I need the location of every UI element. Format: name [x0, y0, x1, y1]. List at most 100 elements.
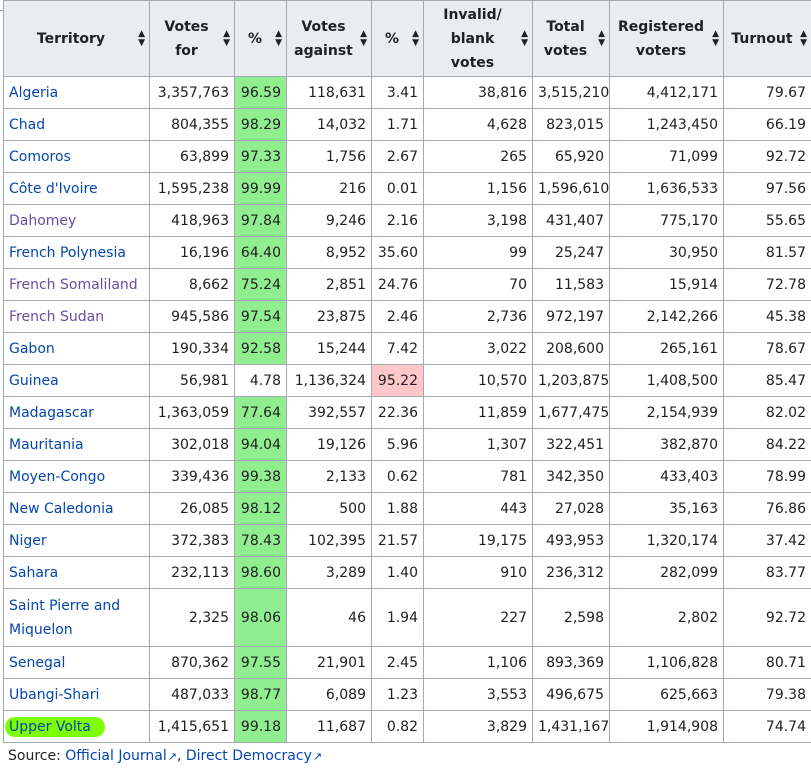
column-header-pct-against[interactable]: % ▲ ▼ — [371, 0, 424, 77]
cell-territory: Gabon — [3, 332, 150, 365]
cell-invalid: 265 — [423, 140, 533, 173]
cell-invalid: 3,829 — [423, 710, 533, 743]
territory-link[interactable]: French Sudan — [9, 309, 104, 325]
cell-invalid: 11,859 — [423, 396, 533, 429]
source-link-official-journal[interactable]: Official Journal — [65, 748, 166, 764]
territory-link[interactable]: Ubangi-Shari — [9, 687, 99, 703]
cell-total: 823,015 — [532, 108, 610, 141]
territory-link[interactable]: Comoros — [9, 149, 71, 165]
territory-link[interactable]: Moyen-Congo — [9, 469, 105, 485]
column-header-pct-for[interactable]: % ▲ ▼ — [234, 0, 287, 77]
territory-link[interactable]: New Caledonia — [9, 501, 114, 517]
cell-turnout: 66.19 — [723, 108, 811, 141]
cell-registered: 2,154,939 — [609, 396, 724, 429]
cell-invalid: 99 — [423, 236, 533, 269]
column-header-territory[interactable]: Territory ▲ ▼ — [3, 0, 150, 77]
cell-total: 342,350 — [532, 460, 610, 493]
cell-territory: New Caledonia — [3, 492, 150, 525]
source-link-direct-democracy[interactable]: Direct Democracy — [186, 748, 312, 764]
cell-pct-for: 99.38 — [234, 460, 287, 493]
cell-registered: 1,243,450 — [609, 108, 724, 141]
cell-total: 65,920 — [532, 140, 610, 173]
cell-registered: 1,914,908 — [609, 710, 724, 743]
territory-link[interactable]: Sahara — [9, 565, 58, 581]
territory-link[interactable]: French Polynesia — [9, 245, 126, 261]
territory-link[interactable]: Niger — [9, 533, 47, 549]
cell-territory: Senegal — [3, 646, 150, 679]
territory-link[interactable]: Saint Pierre and Miquelon — [9, 598, 120, 638]
cell-pct-for: 77.64 — [234, 396, 287, 429]
cell-turnout: 80.71 — [723, 646, 811, 679]
cell-votes-for: 418,963 — [149, 204, 235, 237]
cell-invalid: 1,156 — [423, 172, 533, 205]
cell-territory: French Somaliland — [3, 268, 150, 301]
cell-invalid: 443 — [423, 492, 533, 525]
sort-arrows-icon[interactable]: ▲ ▼ — [412, 29, 419, 48]
territory-link[interactable]: Senegal — [9, 655, 65, 671]
cell-registered: 625,663 — [609, 678, 724, 711]
cell-votes-for: 339,436 — [149, 460, 235, 493]
cell-total: 893,369 — [532, 646, 610, 679]
sort-arrows-icon[interactable]: ▲ ▼ — [138, 29, 145, 48]
territory-link[interactable]: Guinea — [9, 373, 59, 389]
cell-pct-for: 99.99 — [234, 172, 287, 205]
column-header-votes-against[interactable]: Votes against ▲ ▼ — [286, 0, 372, 77]
cell-territory: Niger — [3, 524, 150, 557]
cell-registered: 35,163 — [609, 492, 724, 525]
territory-link[interactable]: Gabon — [9, 341, 55, 357]
cell-registered: 71,099 — [609, 140, 724, 173]
cell-territory: Saint Pierre and Miquelon — [3, 588, 150, 647]
cell-turnout: 79.67 — [723, 76, 811, 109]
cell-votes-against: 23,875 — [286, 300, 372, 333]
territory-link[interactable]: French Somaliland — [9, 277, 138, 293]
table-row: Comoros 63,899 97.33 1,756 2.67 265 65,920 71,0… — [3, 140, 811, 173]
cell-turnout: 85.47 — [723, 364, 811, 397]
cell-invalid: 781 — [423, 460, 533, 493]
territory-link[interactable]: Côte d'Ivoire — [9, 181, 98, 197]
sort-arrows-icon[interactable]: ▲ ▼ — [598, 29, 605, 48]
cell-territory: Upper Volta — [3, 710, 150, 743]
column-header-registered[interactable]: Registered voters ▲ ▼ — [609, 0, 724, 77]
cell-pct-for: 98.77 — [234, 678, 287, 711]
header-row: Territory ▲ ▼ Votes for ▲ ▼ % ▲ ▼ Votes agains… — [3, 0, 811, 77]
sort-arrows-icon[interactable]: ▲ ▼ — [360, 29, 367, 48]
territory-link[interactable]: Chad — [9, 117, 45, 133]
column-header-total[interactable]: Total votes ▲ ▼ — [532, 0, 610, 77]
sort-arrows-icon[interactable]: ▲ ▼ — [800, 29, 807, 48]
cell-votes-against: 15,244 — [286, 332, 372, 365]
cell-votes-against: 8,952 — [286, 236, 372, 269]
cell-votes-for: 3,357,763 — [149, 76, 235, 109]
cell-pct-against: 0.62 — [371, 460, 424, 493]
cell-invalid: 3,198 — [423, 204, 533, 237]
sort-arrows-icon[interactable]: ▲ ▼ — [712, 29, 719, 48]
cell-turnout: 79.38 — [723, 678, 811, 711]
column-header-invalid[interactable]: Invalid/ blank votes ▲ ▼ — [423, 0, 533, 77]
cell-total: 27,028 — [532, 492, 610, 525]
sort-arrows-icon[interactable]: ▲ ▼ — [223, 29, 230, 48]
cell-pct-against: 35.60 — [371, 236, 424, 269]
cell-invalid: 19,175 — [423, 524, 533, 557]
territory-link[interactable]: Dahomey — [9, 213, 76, 229]
territory-link[interactable]: Algeria — [9, 85, 58, 101]
table-row: New Caledonia 26,085 98.12 500 1.88 443 27,028… — [3, 492, 811, 525]
cell-invalid: 2,736 — [423, 300, 533, 333]
cell-votes-for: 190,334 — [149, 332, 235, 365]
cell-territory: French Sudan — [3, 300, 150, 333]
cell-invalid: 10,570 — [423, 364, 533, 397]
cell-total: 431,407 — [532, 204, 610, 237]
cell-territory: Algeria — [3, 76, 150, 109]
cell-pct-against: 22.36 — [371, 396, 424, 429]
cell-turnout: 76.86 — [723, 492, 811, 525]
territory-link[interactable]: Mauritania — [9, 437, 84, 453]
table-row: French Somaliland 8,662 75.24 2,851 24.76 70 1… — [3, 268, 811, 301]
table-row: French Polynesia 16,196 64.40 8,952 35.60 99 2… — [3, 236, 811, 269]
column-header-turnout[interactable]: Turnout ▲ ▼ — [723, 0, 811, 77]
cell-turnout: 74.74 — [723, 710, 811, 743]
territory-link-highlighted[interactable]: Upper Volta — [5, 716, 105, 737]
cell-pct-against: 3.41 — [371, 76, 424, 109]
sort-arrows-icon[interactable]: ▲ ▼ — [521, 29, 528, 48]
sort-arrows-icon[interactable]: ▲ ▼ — [275, 29, 282, 48]
territory-link[interactable]: Madagascar — [9, 405, 94, 421]
column-header-votes-for[interactable]: Votes for ▲ ▼ — [149, 0, 235, 77]
table-row: Mauritania 302,018 94.04 19,126 5.96 1,307 322… — [3, 428, 811, 461]
